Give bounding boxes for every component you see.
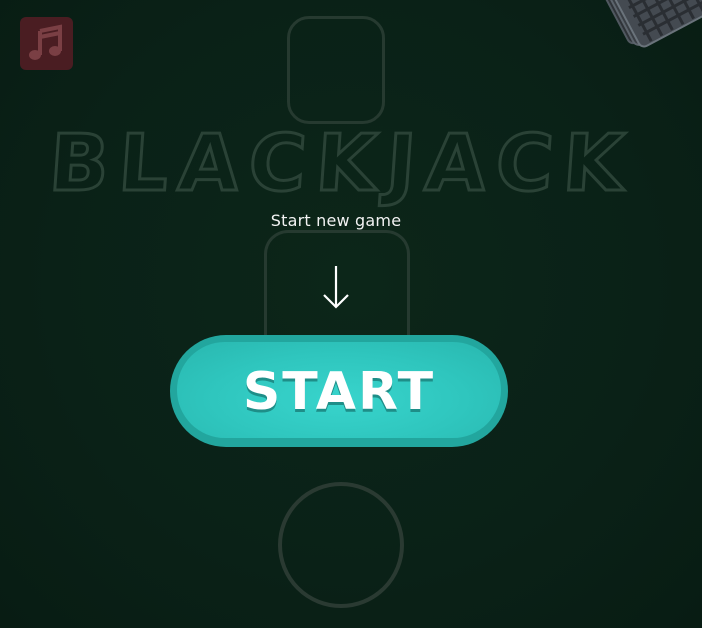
arrow-down-icon xyxy=(323,266,349,309)
start-button-label: START xyxy=(242,362,436,422)
game-table: BLACKJACK Start new game START xyxy=(0,0,702,628)
start-button[interactable]: START xyxy=(170,335,508,447)
dealer-card-slot xyxy=(287,16,385,124)
start-new-game-label: Start new game xyxy=(270,211,402,230)
card-deck-icon xyxy=(599,0,702,48)
bet-chip-slot xyxy=(278,482,404,608)
music-note-icon xyxy=(28,24,62,60)
music-toggle-button[interactable] xyxy=(20,17,73,70)
game-title: BLACKJACK xyxy=(46,128,636,209)
